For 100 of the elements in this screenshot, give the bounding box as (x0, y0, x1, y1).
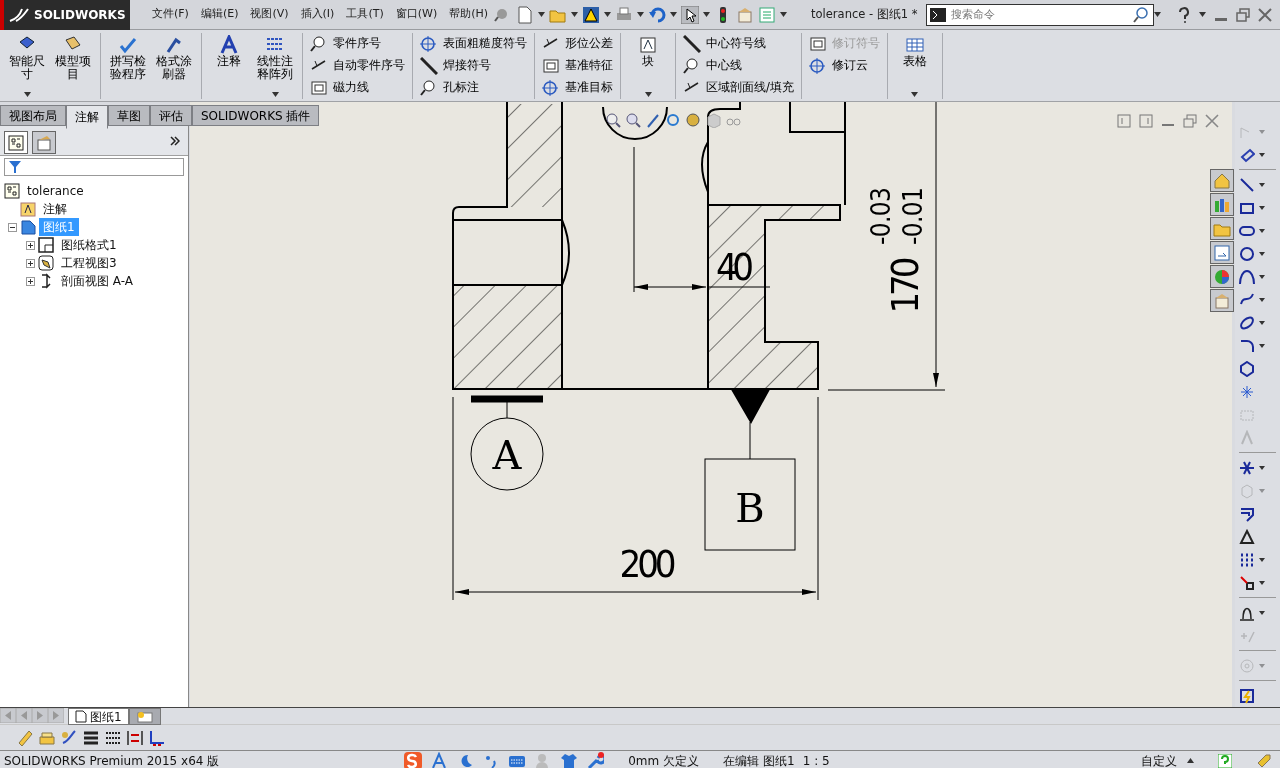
refresh-icon[interactable] (665, 112, 681, 128)
properties-tab[interactable] (32, 131, 56, 154)
add-sheet-tab[interactable] (128, 708, 161, 725)
caret-icon[interactable] (571, 12, 579, 17)
tile-left-icon[interactable] (1117, 114, 1131, 128)
offset-icon (1239, 505, 1255, 522)
ribbon-button[interactable]: 形位公差 (539, 33, 616, 55)
line-color-icon[interactable] (60, 728, 78, 747)
font-icon[interactable] (430, 751, 449, 768)
ribbon-button[interactable]: 块 (625, 33, 671, 99)
edit-layer-icon[interactable] (16, 728, 34, 747)
zoom-fit-icon[interactable] (605, 112, 621, 128)
caret-icon[interactable] (637, 12, 645, 17)
expand-icon[interactable] (26, 258, 35, 268)
caret-icon[interactable] (911, 92, 919, 97)
ribbon-tab[interactable]: 评估 (150, 105, 192, 126)
ribbon-button[interactable]: 零件序号 (307, 33, 408, 55)
zoom-area-icon[interactable] (625, 112, 641, 128)
annotations-icon (20, 201, 36, 217)
ribbon-tab[interactable]: SOLIDWORKS 插件 (192, 105, 320, 126)
menu-item[interactable]: 窗口(W) (389, 6, 444, 23)
ribbon-button[interactable]: 磁力线 (307, 77, 408, 99)
task-pane-tab[interactable] (1210, 289, 1234, 312)
caret-icon (1259, 251, 1265, 256)
axis-icon[interactable] (148, 728, 166, 747)
caret-icon[interactable] (1199, 12, 1206, 17)
tree-item[interactable]: 工程视图3 (57, 254, 121, 272)
caret-icon[interactable] (23, 92, 31, 97)
caret-up-icon[interactable] (1187, 758, 1194, 763)
close-icon[interactable] (1258, 7, 1272, 22)
dimension-text: -0.03 (866, 187, 896, 245)
caret-icon[interactable] (604, 12, 612, 17)
expand-icon[interactable] (26, 276, 35, 286)
ribbon-button[interactable]: 基准特征 (539, 55, 616, 77)
tree-item[interactable]: 剖面视图 A-A (57, 272, 138, 290)
ribbon-button[interactable]: 表面粗糙度符号 (417, 33, 530, 55)
sheet-tab[interactable]: 图纸1 (68, 708, 129, 725)
input-method-icon[interactable] (404, 751, 423, 768)
search-field[interactable]: 搜索命令 (926, 3, 1154, 26)
ribbon-button[interactable]: 自动零件序号 (307, 55, 408, 77)
menu-item[interactable]: 文件(F) (146, 6, 195, 23)
ribbon-button[interactable]: 模型项目 (50, 33, 96, 99)
menu-item[interactable]: 编辑(E) (194, 6, 245, 23)
task-pane-tab[interactable] (1210, 241, 1234, 264)
menu-item[interactable]: 帮助(H) (443, 6, 495, 23)
shirt-icon[interactable] (560, 751, 579, 768)
expand-icon[interactable] (170, 136, 180, 146)
caret-icon[interactable] (670, 12, 678, 17)
caret-icon[interactable] (703, 12, 711, 17)
ribbon-button[interactable]: 区域剖面线/填充 (680, 77, 797, 99)
spellcheck-icon (118, 35, 138, 55)
caret-icon[interactable] (644, 92, 652, 97)
ribbon-tab[interactable]: 注解 (66, 105, 108, 129)
menu-item[interactable]: 工具(T) (340, 6, 390, 23)
tree-item[interactable]: 注解 (39, 200, 71, 218)
ribbon-button[interactable]: 拼写检验程序 (105, 33, 151, 99)
menu-item[interactable]: 插入(I) (294, 6, 341, 23)
ribbon-button[interactable]: 孔标注 (417, 77, 530, 99)
ribbon-tab[interactable]: 草图 (108, 105, 150, 126)
ribbon-button[interactable]: 智能尺寸 (4, 33, 50, 99)
ribbon-button[interactable]: 修订云 (805, 55, 883, 77)
filter-field[interactable] (4, 158, 184, 176)
ribbon-button[interactable]: 中心符号线 (680, 33, 797, 55)
warning-icon[interactable] (582, 5, 601, 24)
menu-item[interactable]: 视图(V) (244, 6, 295, 23)
task-pane-tab[interactable] (1210, 265, 1234, 288)
ribbon-tab[interactable]: 视图布局 (0, 105, 66, 126)
task-pane-tab[interactable] (1210, 169, 1234, 192)
ribbon-button[interactable]: 格式涂刷器 (151, 33, 197, 99)
close-icon[interactable] (1205, 114, 1219, 128)
ribbon-button[interactable]: 焊接符号 (417, 55, 530, 77)
ribbon-button[interactable]: 表格 (891, 33, 938, 99)
cursor-icon[interactable] (681, 5, 700, 24)
caret-icon (1259, 465, 1265, 470)
pan-icon[interactable] (645, 112, 661, 128)
task-pane-tab[interactable] (1210, 217, 1234, 240)
ribbon-button[interactable]: 基准目标 (539, 77, 616, 99)
caret-icon[interactable] (538, 12, 546, 17)
caret-icon[interactable] (271, 92, 279, 97)
ribbon-button[interactable]: 注释 (206, 33, 252, 99)
view-settings-icon[interactable] (685, 112, 701, 128)
collapse-icon[interactable] (8, 222, 17, 232)
appearance-icon (1213, 267, 1231, 286)
tile-right-icon[interactable] (1139, 114, 1153, 128)
expand-icon[interactable] (26, 240, 35, 250)
ribbon-button[interactable]: 线性注释阵列 (252, 33, 298, 99)
help-icon[interactable] (1177, 6, 1191, 23)
caret-icon[interactable] (780, 12, 788, 17)
tree-item[interactable]: 图纸格式1 (57, 236, 121, 254)
ribbon-button[interactable]: 中心线 (680, 55, 797, 77)
undo-icon[interactable] (648, 5, 667, 24)
restore-icon[interactable] (1236, 7, 1250, 22)
swap-icon[interactable] (126, 728, 144, 747)
status-text: 自定义 (1141, 752, 1177, 768)
caret-icon (1259, 488, 1265, 493)
caret-icon[interactable] (1154, 12, 1161, 17)
task-pane-tab[interactable] (1210, 193, 1234, 216)
feature-tree-tab[interactable] (4, 131, 28, 154)
tree-item[interactable]: tolerance (23, 182, 88, 200)
wrench-icon[interactable] (586, 751, 605, 768)
